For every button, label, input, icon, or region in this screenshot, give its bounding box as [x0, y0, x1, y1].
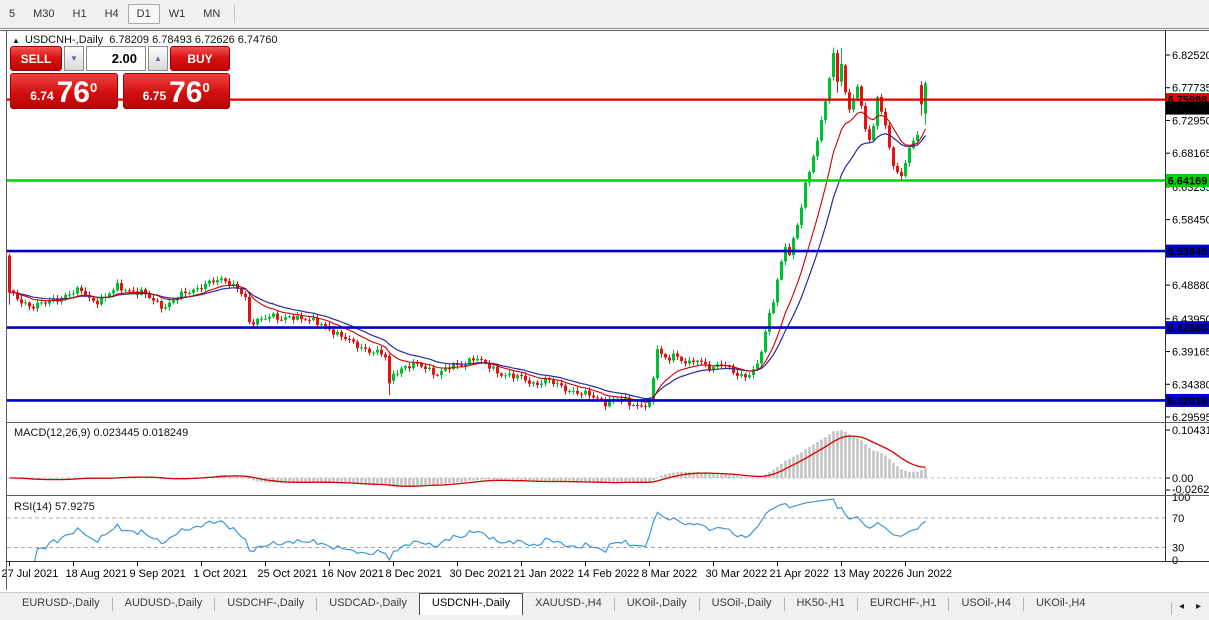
chevron-down-icon: ▼	[70, 54, 78, 63]
macd-axis: 0.1043130.00-0.026249	[1165, 425, 1209, 496]
date-tick-label: 1 Oct 2021	[194, 568, 248, 580]
chevron-up-icon: ▲	[154, 54, 162, 63]
date-tick-label: 27 Jul 2021	[2, 568, 59, 580]
price-tick-label: 6.48880	[1172, 280, 1209, 292]
symbol-tab-ukoil-daily[interactable]: UKOil-,Daily	[615, 593, 699, 614]
rsi-indicator-label: RSI(14) 57.9275	[14, 501, 95, 513]
rsi-tick-label: 100	[1172, 492, 1190, 504]
symbol-tab-usoil-h4[interactable]: USOil-,H4	[949, 593, 1023, 614]
timeframe-button-w1[interactable]: W1	[160, 4, 195, 24]
date-tick-label: 14 Feb 2022	[578, 568, 640, 580]
buy-button[interactable]: BUY	[170, 46, 230, 71]
price-badge-label: 6.42660	[1168, 323, 1208, 335]
volume-increase-button[interactable]: ▲	[148, 46, 168, 71]
chart-symbol-label: USDCNH-,Daily	[24, 34, 104, 46]
price-tick-label: 6.77735	[1172, 83, 1209, 95]
sell-button[interactable]: SELL	[10, 46, 62, 71]
price-level-lines	[7, 98, 1165, 402]
one-click-trade-panel: SELL ▼ 2.00 ▲ BUY 6.74 76 0 6.75 76 0	[10, 46, 230, 109]
date-tick-label: 6 Jun 2022	[898, 568, 952, 580]
rsi-tick-label: 70	[1172, 513, 1184, 525]
chart-window: 6.82520 6.77735 6.72950 6.68165 6.63235 6.584…	[0, 29, 1209, 592]
date-tick-label: 13 May 2022	[834, 568, 898, 580]
timeframe-toolbar: 5 M30 H1 H4 D1 W1 MN	[0, 0, 1209, 29]
macd-indicator-label: MACD(12,26,9) 0.023445 0.018249	[14, 427, 189, 439]
rsi-axis: 10070300	[1172, 492, 1190, 567]
date-tick-label: 8 Mar 2022	[642, 568, 698, 580]
trading-terminal-window: 5 M30 H1 H4 D1 W1 MN 6.82520 6.77735 6.72950 6.68…	[0, 0, 1209, 620]
macd-tick-label: 0.104313	[1172, 425, 1209, 437]
date-axis: 27 Jul 2021 18 Aug 2021 9 Sep 2021 1 Oct 20…	[2, 561, 952, 580]
tab-separator	[1170, 602, 1172, 615]
date-tick-label: 21 Jan 2022	[514, 568, 575, 580]
rsi-tick-label: 30	[1172, 542, 1184, 554]
date-tick-label: 18 Aug 2021	[66, 568, 128, 580]
volume-input[interactable]: 2.00	[86, 46, 146, 71]
price-tick-label: 6.34380	[1172, 379, 1209, 391]
price-badge-label: 6.32018	[1168, 395, 1208, 407]
timeframe-button-h4[interactable]: H4	[96, 4, 128, 24]
symbol-tab-bar: EURUSD-,Daily AUDUSD-,Daily USDCHF-,Daily U…	[0, 592, 1209, 620]
trade-panel-collapse-icon[interactable]: ▲	[12, 36, 20, 45]
date-tick-label: 21 Apr 2022	[770, 568, 829, 580]
symbol-tab-audusd-daily[interactable]: AUDUSD-,Daily	[113, 593, 215, 614]
timeframe-button-5[interactable]: 5	[0, 4, 24, 24]
volume-decrease-button[interactable]: ▼	[64, 46, 84, 71]
timeframe-button-mn[interactable]: MN	[194, 4, 229, 24]
buy-price-pips: 76	[169, 76, 203, 110]
price-axis: 6.825206.777356.729506.681656.632356.584…	[1165, 50, 1209, 424]
tab-scroll-left-icon[interactable]: ◂	[1174, 600, 1189, 613]
symbol-tab-xauusd-h4[interactable]: XAUUSD-,H4	[523, 593, 614, 614]
sell-price-box[interactable]: 6.74 76 0	[10, 73, 118, 109]
moving-averages	[9, 111, 926, 403]
price-badge-label: 6.64169	[1168, 176, 1208, 188]
timeframe-button-h1[interactable]: H1	[64, 4, 96, 24]
symbol-tab-eurusd-daily[interactable]: EURUSD-,Daily	[10, 593, 112, 614]
symbol-tab-hk50-h1[interactable]: HK50-,H1	[785, 593, 857, 614]
buy-price-box[interactable]: 6.75 76 0	[122, 73, 230, 110]
date-tick-label: 30 Mar 2022	[706, 568, 768, 580]
price-chart: 6.825206.777356.729506.681656.632356.584…	[0, 30, 1209, 590]
price-tick-label: 6.58450	[1172, 215, 1209, 227]
date-tick-label: 25 Oct 2021	[258, 568, 318, 580]
symbol-tab-usdcad-daily[interactable]: USDCAD-,Daily	[317, 593, 419, 614]
price-tick-label: 6.82520	[1172, 50, 1209, 62]
timeframe-button-d1[interactable]: D1	[127, 4, 160, 24]
date-tick-label: 30 Dec 2021	[450, 568, 512, 580]
symbol-tab-ukoil-h4[interactable]: UKOil-,H4	[1024, 593, 1098, 614]
price-tick-label: 6.68165	[1172, 148, 1209, 160]
symbol-tab-eurchf-h1[interactable]: EURCHF-,H1	[858, 593, 949, 614]
sell-price-prefix: 6.74	[30, 89, 54, 103]
price-badge-label: 6.74760	[1168, 103, 1208, 115]
sell-price-pips: 76	[56, 76, 90, 110]
symbol-tab-usdcnh-daily[interactable]: USDCNH-,Daily	[418, 593, 524, 615]
symbol-tab-usoil-daily[interactable]: USOil-,Daily	[700, 593, 784, 614]
buy-price-prefix: 6.75	[142, 89, 167, 103]
chart-title: ▲ USDCNH-,Daily 6.78209 6.78493 6.72626 6…	[12, 34, 278, 46]
timeframe-button-m30[interactable]: M30	[24, 4, 63, 24]
price-tick-label: 6.72950	[1172, 115, 1209, 127]
symbol-tab-usdchf-daily[interactable]: USDCHF-,Daily	[215, 593, 316, 614]
price-tick-label: 6.39165	[1172, 347, 1209, 359]
date-tick-label: 8 Dec 2021	[386, 568, 442, 580]
buy-price-point: 0	[202, 80, 210, 95]
pane-borders	[0, 30, 1209, 590]
sell-price-point: 0	[90, 80, 98, 95]
date-tick-label: 9 Sep 2021	[130, 568, 186, 580]
price-badge-label: 6.53845	[1168, 246, 1208, 258]
date-tick-label: 16 Nov 2021	[322, 568, 384, 580]
rsi-pane	[7, 498, 1165, 561]
toolbar-separator	[234, 5, 236, 23]
chart-ohlc-values: 6.78209 6.78493 6.72626 6.74760	[109, 34, 278, 46]
tab-scroll-right-icon[interactable]: ▸	[1191, 600, 1206, 613]
